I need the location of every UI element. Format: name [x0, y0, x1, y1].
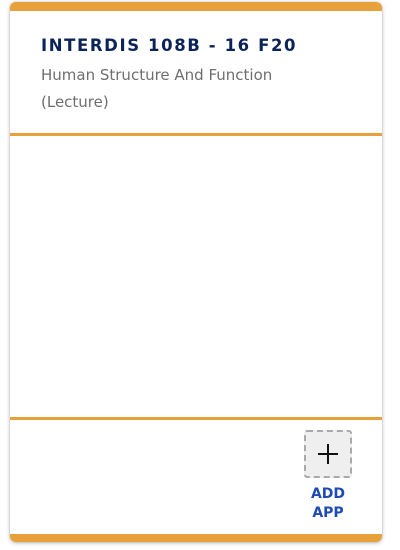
card-top-accent-bar	[10, 2, 382, 11]
course-card-footer: ADD APP	[10, 420, 382, 534]
add-app-label[interactable]: ADD APP	[297, 485, 359, 523]
course-card-header[interactable]: INTERDIS 108B - 16 F20 Human Structure A…	[10, 11, 382, 133]
course-code[interactable]: INTERDIS 108B - 16 F20	[41, 36, 297, 55]
add-app-box[interactable]	[304, 430, 352, 478]
course-title: Human Structure And Function (Lecture)	[41, 62, 361, 116]
course-section-type: (Lecture)	[41, 93, 109, 111]
course-title-name: Human Structure And Function	[41, 66, 273, 84]
card-bottom-accent-bar	[10, 534, 382, 542]
add-app-button[interactable]: ADD APP	[297, 430, 359, 523]
course-card: INTERDIS 108B - 16 F20 Human Structure A…	[10, 2, 382, 542]
plus-icon	[318, 444, 338, 464]
course-card-body	[10, 136, 382, 417]
